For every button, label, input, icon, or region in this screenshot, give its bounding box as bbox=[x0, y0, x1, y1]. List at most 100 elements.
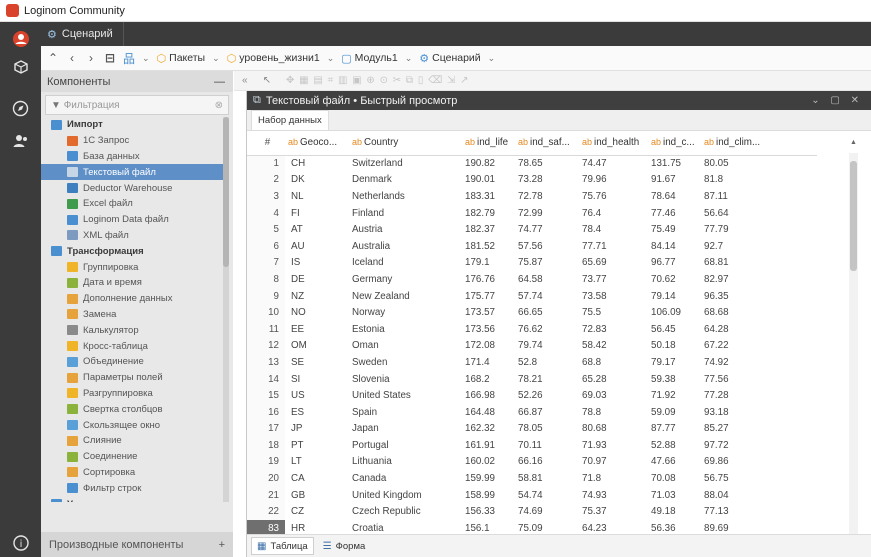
table-cell[interactable]: 161.91 bbox=[462, 437, 515, 454]
scroll-up-icon[interactable]: ▲ bbox=[849, 139, 858, 146]
table-cell[interactable]: 56.75 bbox=[701, 470, 817, 487]
help-icon[interactable]: i bbox=[10, 532, 31, 553]
table-cell[interactable]: 72.99 bbox=[515, 205, 579, 222]
tree-item[interactable]: Объединение bbox=[41, 354, 227, 370]
table-cell[interactable]: Iceland bbox=[349, 255, 462, 272]
table-cell[interactable]: 49.18 bbox=[648, 503, 701, 520]
table-cell[interactable]: 68.81 bbox=[701, 255, 817, 272]
chevron-down-icon[interactable]: ⌄ bbox=[212, 53, 220, 64]
table-cell[interactable]: 71.8 bbox=[579, 470, 648, 487]
table-cell[interactable]: Sweden bbox=[349, 354, 462, 371]
table-cell[interactable]: 162.32 bbox=[462, 421, 515, 438]
table-cell[interactable]: 96.77 bbox=[648, 255, 701, 272]
table-cell[interactable]: 97.72 bbox=[701, 437, 817, 454]
table-cell[interactable]: Finland bbox=[349, 205, 462, 222]
table-cell[interactable]: 71.92 bbox=[648, 387, 701, 404]
table-cell[interactable]: 106.09 bbox=[648, 304, 701, 321]
table-cell[interactable]: 79.17 bbox=[648, 354, 701, 371]
table-row[interactable]: 5 AT Austria 182.37 74.77 78.4 75.49 77.79 bbox=[247, 221, 817, 238]
table-cell[interactable]: United States bbox=[349, 387, 462, 404]
row-number[interactable]: 15 bbox=[247, 387, 285, 404]
row-number[interactable]: 7 bbox=[247, 254, 285, 272]
table-cell[interactable]: 87.11 bbox=[701, 188, 817, 205]
table-cell[interactable]: 78.21 bbox=[515, 371, 579, 388]
table-cell[interactable]: 70.11 bbox=[515, 437, 579, 454]
table-cell[interactable]: 69.86 bbox=[701, 454, 817, 471]
column-header[interactable]: ab Country bbox=[349, 131, 462, 156]
tree-item[interactable]: Группировка bbox=[41, 259, 227, 275]
packages-icon[interactable] bbox=[10, 56, 31, 77]
tree-item[interactable]: Свертка столбцов bbox=[41, 401, 227, 417]
table-row[interactable]: 10 NO Norway 173.57 66.65 75.5 106.09 68.68 bbox=[247, 304, 817, 321]
table-cell[interactable]: 73.28 bbox=[515, 172, 579, 189]
tree-item[interactable]: Разгруппировка bbox=[41, 386, 227, 402]
row-number[interactable]: 2 bbox=[247, 171, 285, 189]
user-avatar-icon[interactable] bbox=[10, 28, 31, 49]
table-cell[interactable]: 66.87 bbox=[515, 404, 579, 421]
table-cell[interactable]: 91.67 bbox=[648, 172, 701, 189]
table-cell[interactable]: 181.52 bbox=[462, 238, 515, 255]
table-cell[interactable]: 79.14 bbox=[648, 288, 701, 305]
table-cell[interactable]: 78.8 bbox=[579, 404, 648, 421]
table-cell[interactable]: 96.35 bbox=[701, 288, 817, 305]
table-cell[interactable]: 75.37 bbox=[579, 503, 648, 520]
row-number[interactable]: 19 bbox=[247, 453, 285, 471]
table-cell[interactable]: 77.13 bbox=[701, 503, 817, 520]
table-cell[interactable]: 190.82 bbox=[462, 155, 515, 172]
column-header[interactable]: ab ind_clim... bbox=[701, 131, 817, 156]
table-cell[interactable]: NO bbox=[285, 304, 349, 321]
row-number[interactable]: 9 bbox=[247, 287, 285, 305]
table-cell[interactable]: 58.42 bbox=[579, 338, 648, 355]
table-cell[interactable]: FI bbox=[285, 205, 349, 222]
table-cell[interactable]: 74.47 bbox=[579, 155, 648, 172]
table-cell[interactable]: 158.99 bbox=[462, 487, 515, 504]
table-cell[interactable]: 175.77 bbox=[462, 288, 515, 305]
tree-item[interactable]: Слияние bbox=[41, 433, 227, 449]
table-cell[interactable]: 57.56 bbox=[515, 238, 579, 255]
clear-filter-icon[interactable]: ⊗ bbox=[215, 100, 223, 111]
row-number[interactable]: 13 bbox=[247, 354, 285, 371]
table-cell[interactable]: 179.1 bbox=[462, 255, 515, 272]
table-cell[interactable]: 77.79 bbox=[701, 221, 817, 238]
table-cell[interactable]: 68.68 bbox=[701, 304, 817, 321]
back-icon[interactable]: ‹ bbox=[66, 51, 78, 65]
table-cell[interactable]: 74.93 bbox=[579, 487, 648, 504]
table-row[interactable]: 20 CA Canada 159.99 58.81 71.8 70.08 56.75 bbox=[247, 470, 817, 487]
table-row[interactable]: 9 NZ New Zealand 175.77 57.74 73.58 79.14 96.35 bbox=[247, 287, 817, 305]
table-cell[interactable]: Germany bbox=[349, 271, 462, 288]
grid-scrollbar[interactable] bbox=[849, 153, 858, 536]
table-row[interactable]: 2 DK Denmark 190.01 73.28 79.96 91.67 81.8 bbox=[247, 171, 817, 189]
table-cell[interactable]: 171.4 bbox=[462, 354, 515, 371]
table-cell[interactable]: 82.97 bbox=[701, 271, 817, 288]
row-number[interactable]: 16 bbox=[247, 403, 285, 421]
table-cell[interactable]: 89.69 bbox=[701, 520, 817, 534]
column-header[interactable]: ab Geoco... bbox=[285, 131, 349, 156]
breadcrumb-packages[interactable]: ⬡ Пакеты bbox=[157, 52, 206, 65]
column-header-rownum[interactable]: # bbox=[247, 131, 285, 156]
table-row[interactable]: 6 AU Australia 181.52 57.56 77.71 84.14 92.7 bbox=[247, 237, 817, 255]
table-cell[interactable]: 73.77 bbox=[579, 271, 648, 288]
table-row[interactable]: 11 EE Estonia 173.56 76.62 72.83 56.45 64.28 bbox=[247, 320, 817, 338]
table-cell[interactable]: Norway bbox=[349, 304, 462, 321]
table-cell[interactable]: 168.2 bbox=[462, 371, 515, 388]
table-row[interactable]: 7 IS Iceland 179.1 75.87 65.69 96.77 68.81 bbox=[247, 254, 817, 272]
table-cell[interactable]: 176.76 bbox=[462, 271, 515, 288]
tree-group[interactable]: Импорт bbox=[41, 117, 227, 133]
table-cell[interactable]: 81.8 bbox=[701, 172, 817, 189]
table-cell[interactable]: CH bbox=[285, 155, 349, 172]
row-number[interactable]: 22 bbox=[247, 503, 285, 521]
column-header[interactable]: ab ind_health bbox=[579, 131, 648, 156]
row-number[interactable]: 1 bbox=[247, 155, 285, 172]
table-cell[interactable]: 78.05 bbox=[515, 421, 579, 438]
table-cell[interactable]: CA bbox=[285, 470, 349, 487]
tree-group[interactable]: Трансформация bbox=[41, 243, 227, 259]
table-cell[interactable]: 69.03 bbox=[579, 387, 648, 404]
table-cell[interactable]: 182.37 bbox=[462, 221, 515, 238]
tree-item[interactable]: Excel файл bbox=[41, 196, 227, 212]
table-cell[interactable]: 183.31 bbox=[462, 188, 515, 205]
table-cell[interactable]: 75.49 bbox=[648, 221, 701, 238]
table-cell[interactable]: 78.65 bbox=[515, 155, 579, 172]
row-number[interactable]: 11 bbox=[247, 320, 285, 338]
table-cell[interactable]: SE bbox=[285, 354, 349, 371]
table-cell[interactable]: 85.27 bbox=[701, 421, 817, 438]
